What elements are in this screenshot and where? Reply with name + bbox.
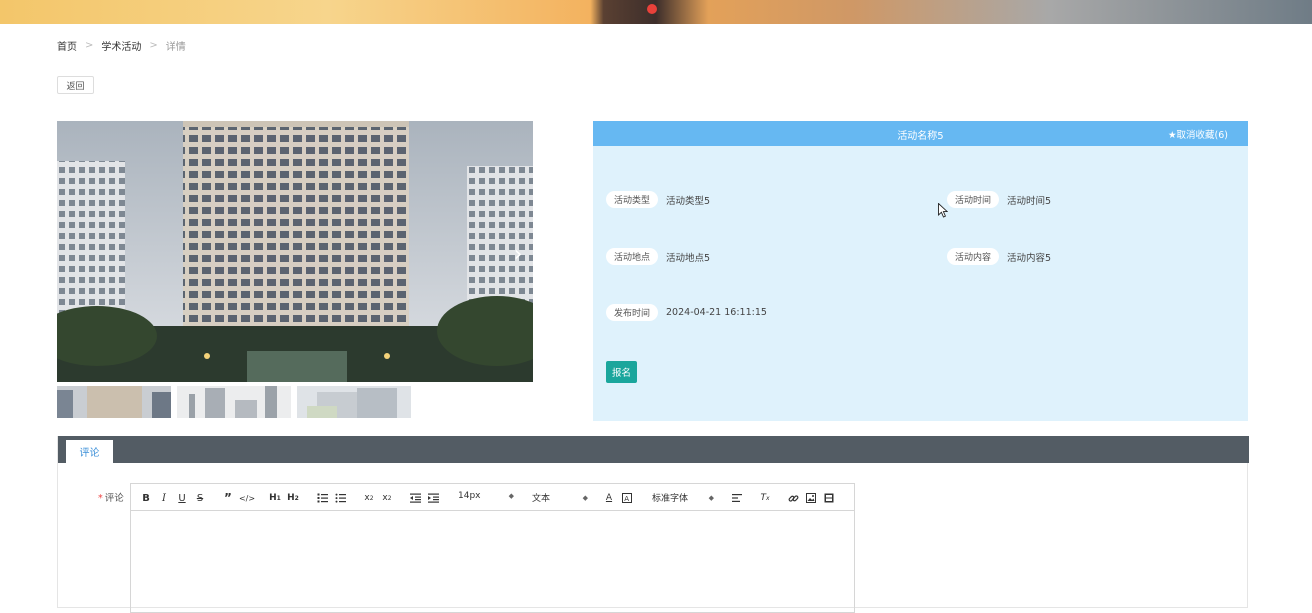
gallery-thumbnails [57,386,411,418]
heading-1-icon[interactable]: H1 [269,492,281,504]
breadcrumb-separator: > [149,40,158,51]
comment-editor-input[interactable] [131,511,854,612]
font-size-value: 14px [458,491,481,501]
font-family-value: 标准字体 [652,494,689,504]
top-banner-image [0,0,1312,24]
field-activity-location: 活动地点 活动地点5 [606,248,710,265]
activity-info-panel: 活动名称5 ★取消收藏(6) 活动类型 活动类型5 活动时间 活动时间5 活动地… [593,121,1248,421]
signup-button[interactable]: 报名 [606,361,637,383]
header-picker[interactable]: 文本 ◆ [532,491,588,505]
ordered-list-icon[interactable] [316,492,328,504]
picker-arrow-icon: ◆ [582,493,588,502]
building-photo [57,121,533,382]
rich-text-editor: B I U S ” </> H1 H2 x2 x2 14px ◆ 文本 ◆ A … [130,483,855,613]
mouse-cursor-icon [938,203,948,218]
field-label: 活动类型 [606,191,659,208]
field-label: 活动内容 [947,248,1000,265]
activity-title: 活动名称5 [897,131,944,142]
comment-label-text: 评论 [104,493,124,504]
gallery-next-arrow-icon[interactable]: › [508,241,528,267]
tab-bar: 评论 [58,436,1249,463]
tab-comments[interactable]: 评论 [66,440,113,463]
thumbnail-image [297,386,411,418]
strike-icon[interactable]: S [195,492,205,504]
thumbnail-2[interactable] [177,386,291,418]
gallery-main-image[interactable] [57,121,533,382]
video-icon[interactable] [823,492,835,504]
code-block-icon[interactable]: </> [239,492,255,504]
field-activity-type: 活动类型 活动类型5 [606,191,710,208]
outdent-icon[interactable] [409,492,421,504]
comment-field-label: * 评论 [98,490,124,504]
font-color-icon[interactable]: A [603,492,615,504]
thumbnail-3[interactable] [297,386,411,418]
picker-arrow-icon: ◆ [708,493,714,502]
bullet-list-icon[interactable] [334,492,346,504]
field-value: 活动类型5 [666,195,711,207]
indent-icon[interactable] [427,492,439,504]
subscript-icon[interactable]: x2 [363,492,375,504]
thumbnail-1[interactable] [57,386,171,418]
back-button[interactable]: 返回 [57,76,94,94]
field-label: 活动时间 [947,191,1000,208]
blockquote-icon[interactable]: ” [223,491,233,505]
underline-icon[interactable]: U [177,492,187,504]
field-activity-content: 活动内容 活动内容5 [947,248,1051,265]
breadcrumb: 首页 > 学术活动 > 详情 [57,38,186,53]
unfavorite-button[interactable]: ★取消收藏(6) [1168,127,1228,141]
superscript-icon[interactable]: x2 [381,492,393,504]
clear-format-icon[interactable]: Tx [759,492,771,504]
breadcrumb-separator: > [85,40,94,51]
heading-2-icon[interactable]: H2 [287,492,299,504]
italic-icon[interactable]: I [159,492,169,504]
field-value: 活动地点5 [666,252,711,264]
field-label: 活动地点 [606,248,659,265]
thumbnail-image [177,386,291,418]
field-value: 活动时间5 [1007,195,1052,207]
background-color-icon[interactable]: A [621,492,633,504]
comment-section: 评论 * 评论 B I U S ” </> H1 H2 x2 x2 14px ◆… [57,436,1249,613]
field-publish-time: 发布时间 2024-04-21 16:11:15 [606,304,767,321]
font-family-picker[interactable]: 标准字体 ◆ [652,491,714,505]
font-size-picker[interactable]: 14px ◆ [458,491,514,501]
thumbnail-image [57,386,171,418]
field-value: 2024-04-21 16:11:15 [666,307,767,318]
editor-toolbar: B I U S ” </> H1 H2 x2 x2 14px ◆ 文本 ◆ A … [131,484,854,511]
svg-text:A: A [624,495,629,503]
activity-header: 活动名称5 ★取消收藏(6) [593,121,1248,146]
field-value: 活动内容5 [1007,252,1052,264]
banner-decoration [647,4,657,14]
bold-icon[interactable]: B [141,492,151,504]
header-value: 文本 [532,494,551,504]
align-icon[interactable] [731,492,743,504]
required-mark: * [98,493,103,504]
link-icon[interactable] [787,492,799,504]
field-activity-time: 活动时间 活动时间5 [947,191,1051,208]
breadcrumb-current: 详情 [165,42,186,53]
field-label: 发布时间 [606,304,659,321]
breadcrumb-section[interactable]: 学术活动 [101,38,141,53]
image-icon[interactable] [805,492,817,504]
breadcrumb-home[interactable]: 首页 [57,38,77,53]
picker-arrow-icon: ◆ [508,492,514,500]
